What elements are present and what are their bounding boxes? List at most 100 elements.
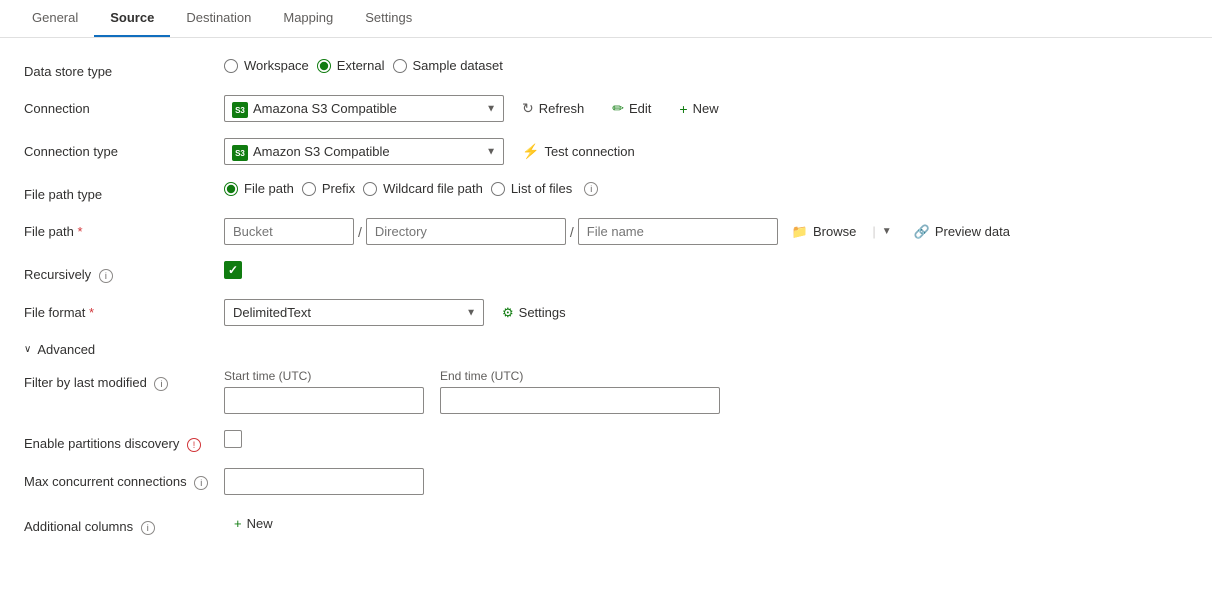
filter-by-modified-row: Filter by last modified i Start time (UT… [24,369,1176,414]
radio-filepath[interactable]: File path [224,181,294,196]
connection-controls: S3 Amazona S3 Compatible ▼ ↻ Refresh ✏ E… [224,95,729,122]
radio-workspace[interactable]: Workspace [224,58,309,73]
new-button[interactable]: + New [669,96,728,122]
radio-prefix[interactable]: Prefix [302,181,355,196]
file-path-type-label: File path type [24,181,224,202]
radio-listfiles[interactable]: List of files [491,181,572,196]
recursively-row: Recursively i [24,261,1176,283]
data-store-type-controls: Workspace External Sample dataset [224,58,503,73]
connection-select-wrapper: S3 Amazona S3 Compatible ▼ [224,95,504,122]
radio-wildcard[interactable]: Wildcard file path [363,181,483,196]
recursively-checkbox[interactable] [224,261,242,279]
recursively-info-icon[interactable]: i [99,269,113,283]
radio-listfiles-input[interactable] [491,182,505,196]
radio-filepath-input[interactable] [224,182,238,196]
start-time-group: Start time (UTC) [224,369,424,414]
connection-type-select-wrapper: S3 Amazon S3 Compatible ▼ [224,138,504,165]
test-label: Test connection [544,144,634,159]
tab-destination[interactable]: Destination [170,0,267,37]
new-label: New [693,101,719,116]
radio-listfiles-label: List of files [511,181,572,196]
advanced-toggle[interactable]: ∨ Advanced [24,342,1176,357]
recursively-label: Recursively i [24,261,224,283]
radio-external[interactable]: External [317,58,385,73]
recursively-controls [224,261,242,279]
additional-columns-label: Additional columns i [24,513,224,535]
file-format-required: * [89,305,94,320]
file-path-type-info-icon[interactable]: i [584,182,598,196]
radio-prefix-input[interactable] [302,182,316,196]
directory-input[interactable] [366,218,566,245]
edit-label: Edit [629,101,651,116]
filter-info-icon[interactable]: i [154,377,168,391]
refresh-button[interactable]: ↻ Refresh [512,95,594,122]
browse-label: Browse [813,224,856,239]
refresh-label: Refresh [539,101,585,116]
radio-wildcard-input[interactable] [363,182,377,196]
radio-workspace-input[interactable] [224,59,238,73]
connection-type-select[interactable]: Amazon S3 Compatible [224,138,504,165]
browse-button[interactable]: 📁 Browse [782,219,867,245]
radio-workspace-label: Workspace [244,58,309,73]
file-format-label: File format * [24,299,224,320]
filename-input[interactable] [578,218,778,245]
tab-mapping[interactable]: Mapping [267,0,349,37]
preview-data-button[interactable]: 🔗 Preview data [904,219,1020,245]
radio-external-input[interactable] [317,59,331,73]
tab-settings[interactable]: Settings [349,0,428,37]
add-column-button[interactable]: + New [224,511,283,536]
end-time-label: End time (UTC) [440,369,720,383]
max-connections-row: Max concurrent connections i [24,468,1176,495]
tabs-nav: General Source Destination Mapping Setti… [0,0,1212,38]
max-connections-controls [224,468,424,495]
s3-icon-connection: S3 [232,101,248,117]
additional-columns-row: Additional columns i + New [24,511,1176,536]
tab-source[interactable]: Source [94,0,170,37]
end-time-group: End time (UTC) [440,369,720,414]
test-connection-button[interactable]: ⚡ Test connection [512,138,645,165]
end-time-input[interactable] [440,387,720,414]
connection-row: Connection S3 Amazona S3 Compatible ▼ ↻ … [24,95,1176,122]
s3-icon-type: S3 [232,144,248,160]
settings-icon: ⚙ [502,305,514,321]
partitions-info-icon[interactable]: ! [187,438,201,452]
max-connections-info-icon[interactable]: i [194,476,208,490]
radio-sample[interactable]: Sample dataset [393,58,503,73]
bucket-input[interactable] [224,218,354,245]
start-time-input[interactable] [224,387,424,414]
radio-sample-input[interactable] [393,59,407,73]
test-icon: ⚡ [522,143,539,160]
filter-by-modified-label: Filter by last modified i [24,369,224,391]
preview-label: Preview data [935,224,1010,239]
advanced-chevron-icon: ∨ [24,344,31,355]
settings-button[interactable]: ⚙ Settings [492,300,576,326]
partitions-discovery-row: Enable partitions discovery ! [24,430,1176,452]
max-connections-label: Max concurrent connections i [24,468,224,490]
file-path-actions: 📁 Browse | ▼ 🔗 Preview data [782,219,1020,245]
add-column-label: New [247,516,273,531]
advanced-label: Advanced [37,342,95,357]
partitions-discovery-controls [224,430,242,448]
folder-icon: 📁 [792,224,808,240]
divider: | [872,224,875,239]
file-path-required: * [78,224,83,239]
browse-chevron-icon[interactable]: ▼ [882,226,892,237]
radio-external-label: External [337,58,385,73]
path-separator-1: / [358,224,362,240]
edit-button[interactable]: ✏ Edit [602,95,661,122]
settings-label: Settings [519,305,566,320]
radio-prefix-label: Prefix [322,181,355,196]
partitions-discovery-label: Enable partitions discovery ! [24,430,224,452]
partitions-checkbox[interactable] [224,430,242,448]
file-format-select[interactable]: DelimitedText [224,299,484,326]
file-path-type-row: File path type File path Prefix Wildcard… [24,181,1176,202]
additional-columns-info-icon[interactable]: i [141,521,155,535]
refresh-icon: ↻ [522,100,534,117]
file-path-type-controls: File path Prefix Wildcard file path List… [224,181,598,196]
connection-label: Connection [24,95,224,116]
connection-select[interactable]: Amazona S3 Compatible [224,95,504,122]
tab-general[interactable]: General [16,0,94,37]
form-content: Data store type Workspace External Sampl… [0,38,1200,572]
max-connections-input[interactable] [224,468,424,495]
radio-filepath-label: File path [244,181,294,196]
